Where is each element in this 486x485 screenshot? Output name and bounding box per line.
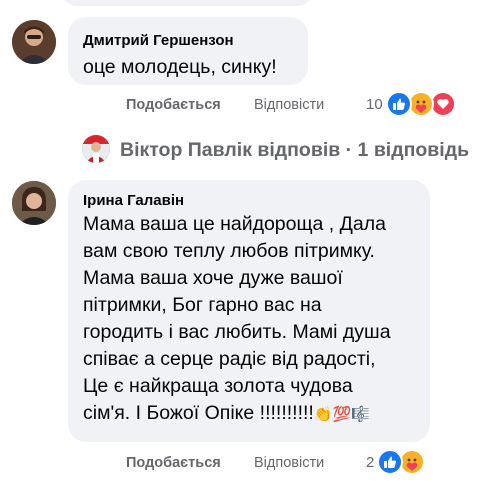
view-replies-link[interactable]: Віктор Павлік відповів · 1 відповідь <box>120 139 469 162</box>
avatar-photo <box>82 135 110 163</box>
avatar-dmitriy[interactable] <box>12 20 56 64</box>
like-icon <box>386 91 412 117</box>
avatar-viktor[interactable] <box>82 135 110 163</box>
comment-text-line: вам свою теплу любов пітримку. <box>83 240 375 262</box>
like-action[interactable]: Подобається <box>126 455 221 471</box>
comment-text: Мама ваша це найдороща , Дала вам свою т… <box>83 211 428 428</box>
musical-score-emoji: 🎼 <box>351 406 370 423</box>
comment-text-line: Мама ваша хоче дуже вашої <box>83 267 343 289</box>
comment-text-line: пітримки, Бог гарно вас на <box>83 294 322 316</box>
like-icon <box>377 449 403 475</box>
reaction-count[interactable]: 2 <box>366 454 374 471</box>
comment-author[interactable]: Дмитрий Гершензон <box>83 32 234 49</box>
comment-bubble-iryna: Ірина Галавін Мама ваша це найдороща , Д… <box>68 180 430 442</box>
avatar-photo <box>12 181 56 225</box>
comment-text-line: городить і вас любить. Мамі душа <box>83 321 391 343</box>
comment-bubble-dmitriy: Дмитрий Гершензон оце молодець, синку! <box>68 17 308 85</box>
comment-text-line: сім'я. І Божої Опіке !!!!!!!!!! <box>83 402 314 424</box>
comment-author[interactable]: Ірина Галавін <box>83 192 184 209</box>
avatar-iryna[interactable] <box>12 181 56 225</box>
reactions-group[interactable] <box>377 449 427 475</box>
comment-text-line-last: сім'я. І Божої Опіке !!!!!!!!!!👏💯🎼 <box>83 400 428 428</box>
reply-action[interactable]: Відповісти <box>254 455 324 471</box>
clapping-hands-emoji: 👏 <box>313 406 333 423</box>
comment-text-line: Мама ваша це найдороща , Дала <box>83 213 386 235</box>
reaction-count[interactable]: 10 <box>366 96 383 113</box>
comment-text: оце молодець, синку! <box>83 56 277 78</box>
reactions-group[interactable] <box>386 91 458 117</box>
avatar-photo <box>12 20 56 64</box>
comment-text-line: Це є найкраща золота чудова <box>83 375 353 397</box>
comment-text-line: співає а серце радіє від радості, <box>83 348 376 370</box>
reply-action[interactable]: Відповісти <box>254 97 324 113</box>
previous-comment-bubble-edge <box>62 0 312 6</box>
like-action[interactable]: Подобається <box>126 97 221 113</box>
hundred-points-emoji: 💯 <box>332 406 352 423</box>
